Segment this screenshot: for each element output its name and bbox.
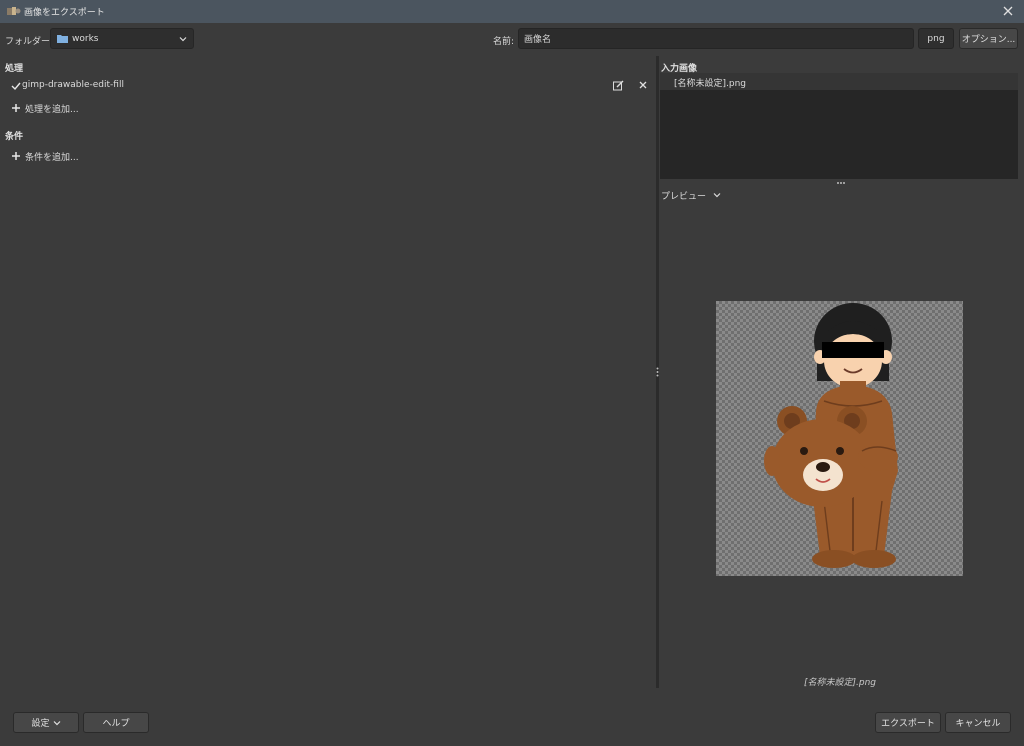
button-bar: 設定 ヘルプ エクスポート キャンセル [0,712,1024,734]
extension-field[interactable]: png [918,28,954,49]
remove-icon[interactable] [638,80,648,90]
window-title: 画像をエクスポート [24,8,105,18]
check-icon[interactable] [11,81,21,91]
conditions-title: 条件 [5,132,24,142]
preview-illustration [764,303,898,568]
preview-caption: [名称未設定].png [803,678,876,688]
list-item[interactable]: [名称未設定].png [660,73,1018,90]
close-icon[interactable] [1001,4,1015,18]
processing-item-label: gimp-drawable-edit-fill [22,80,124,90]
name-label: 名前: [493,37,515,47]
chevron-down-icon [713,191,721,199]
chevron-down-icon [53,719,61,727]
add-condition-button[interactable]: 条件を追加... [11,149,79,163]
options-button[interactable]: オプション... [959,28,1018,49]
add-condition-label: 条件を追加... [25,152,79,163]
preview-label: プレビュー [661,191,707,202]
plus-icon [11,103,21,113]
preview-pane: 入力画像 [名称未設定].png プレビュー [名称未設定].png [660,56,1024,688]
cancel-button[interactable]: キャンセル [945,712,1011,733]
folder-icon [57,34,68,43]
export-button[interactable]: エクスポート [875,712,941,733]
input-images-list[interactable]: [名称未設定].png [660,73,1018,179]
extension-value: png [927,33,945,44]
settings-label: 設定 [31,719,50,729]
title-bar: 画像をエクスポート [0,0,1024,23]
export-settings-pane: 処理 gimp-drawable-edit-fill 処理を追加... 条件 条… [0,56,655,688]
preview-image [716,301,963,576]
folder-label: フォルダー: [5,37,54,47]
preview-toggle[interactable]: プレビュー [661,188,721,202]
help-button[interactable]: ヘルプ [83,712,149,733]
processing-item[interactable]: gimp-drawable-edit-fill [0,78,655,94]
gimp-icon [7,6,21,17]
folder-dropdown[interactable]: works [50,28,194,49]
settings-button[interactable]: 設定 [13,712,79,733]
file-row: フォルダー: works 名前: png オプション... [0,27,1024,51]
chevron-down-icon [179,35,187,43]
filename-input[interactable] [518,28,914,49]
processing-title: 処理 [5,64,24,74]
edit-icon[interactable] [612,79,625,92]
add-processing-button[interactable]: 処理を追加... [11,101,79,115]
add-processing-label: 処理を追加... [25,104,79,115]
divider-grip-icon[interactable] [656,367,659,377]
folder-value: works [72,33,99,44]
input-image-name: [名称未設定].png [674,79,747,89]
plus-icon [11,151,21,161]
list-resize-grip-icon[interactable] [836,178,846,184]
